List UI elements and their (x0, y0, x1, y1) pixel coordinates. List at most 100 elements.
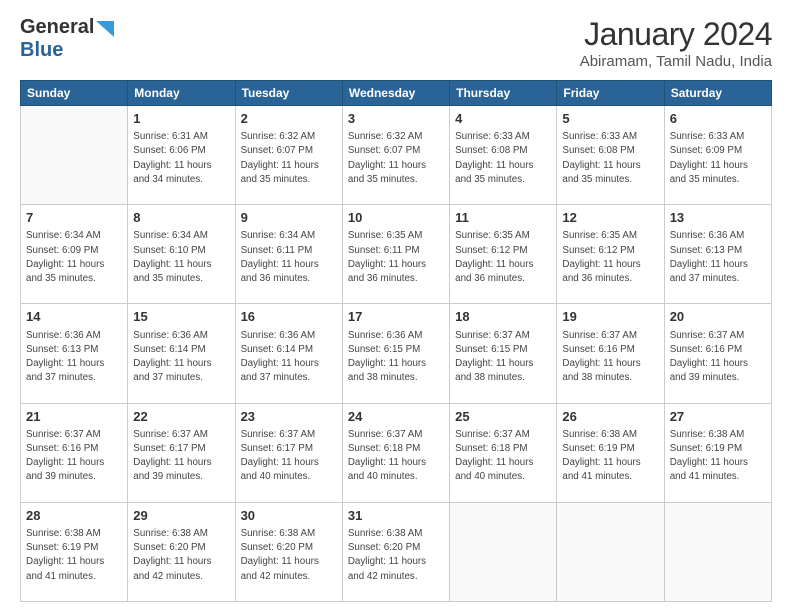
day-info: Sunrise: 6:35 AM Sunset: 6:12 PM Dayligh… (455, 229, 551, 286)
day-number: 24 (348, 408, 444, 426)
calendar-cell: 27 Sunrise: 6:38 AM Sunset: 6:19 PM Dayli… (664, 403, 771, 502)
calendar-cell: 8 Sunrise: 6:34 AM Sunset: 6:10 PM Daylig… (128, 205, 235, 304)
day-number: 14 (26, 308, 122, 326)
day-info: Sunrise: 6:37 AM Sunset: 6:18 PM Dayligh… (348, 428, 444, 485)
calendar-cell: 6 Sunrise: 6:33 AM Sunset: 6:09 PM Daylig… (664, 106, 771, 205)
day-number: 22 (133, 408, 229, 426)
calendar-cell (21, 106, 128, 205)
calendar-cell: 28 Sunrise: 6:38 AM Sunset: 6:19 PM Dayli… (21, 502, 128, 601)
logo-blue: Blue (20, 39, 63, 61)
day-info: Sunrise: 6:35 AM Sunset: 6:12 PM Dayligh… (562, 229, 658, 286)
day-number: 3 (348, 110, 444, 128)
logo-general: General (20, 16, 94, 39)
calendar-cell (557, 502, 664, 601)
day-info: Sunrise: 6:34 AM Sunset: 6:10 PM Dayligh… (133, 229, 229, 286)
calendar-cell (450, 502, 557, 601)
calendar-cell: 15 Sunrise: 6:36 AM Sunset: 6:14 PM Dayli… (128, 304, 235, 403)
day-info: Sunrise: 6:33 AM Sunset: 6:08 PM Dayligh… (455, 130, 551, 187)
day-info: Sunrise: 6:38 AM Sunset: 6:20 PM Dayligh… (348, 527, 444, 584)
day-info: Sunrise: 6:37 AM Sunset: 6:16 PM Dayligh… (562, 329, 658, 386)
day-number: 27 (670, 408, 766, 426)
day-number: 21 (26, 408, 122, 426)
calendar-cell: 14 Sunrise: 6:36 AM Sunset: 6:13 PM Dayli… (21, 304, 128, 403)
calendar-cell: 22 Sunrise: 6:37 AM Sunset: 6:17 PM Dayli… (128, 403, 235, 502)
calendar-week-row: 14 Sunrise: 6:36 AM Sunset: 6:13 PM Dayli… (21, 304, 772, 403)
day-info: Sunrise: 6:35 AM Sunset: 6:11 PM Dayligh… (348, 229, 444, 286)
calendar-cell (664, 502, 771, 601)
day-info: Sunrise: 6:33 AM Sunset: 6:09 PM Dayligh… (670, 130, 766, 187)
calendar-cell: 2Sunrise: 6:32 AM Sunset: 6:07 PM Daylig… (235, 106, 342, 205)
calendar-week-row: 28 Sunrise: 6:38 AM Sunset: 6:19 PM Dayli… (21, 502, 772, 601)
calendar-week-row: 21 Sunrise: 6:37 AM Sunset: 6:16 PM Dayli… (21, 403, 772, 502)
day-number: 18 (455, 308, 551, 326)
logo-line1: General (20, 16, 114, 39)
day-number: 15 (133, 308, 229, 326)
calendar-week-row: 1 Sunrise: 6:31 AM Sunset: 6:06 PM Daylig… (21, 106, 772, 205)
day-info: Sunrise: 6:38 AM Sunset: 6:19 PM Dayligh… (670, 428, 766, 485)
day-info: Sunrise: 6:31 AM Sunset: 6:06 PM Dayligh… (133, 130, 229, 187)
day-number: 13 (670, 209, 766, 227)
day-number: 8 (133, 209, 229, 227)
day-info: Sunrise: 6:34 AM Sunset: 6:11 PM Dayligh… (241, 229, 337, 286)
calendar-cell: 10 Sunrise: 6:35 AM Sunset: 6:11 PM Dayli… (342, 205, 449, 304)
header: General Blue January 2024 Abiramam, Tami… (20, 16, 772, 70)
day-number: 17 (348, 308, 444, 326)
col-thursday: Thursday (450, 81, 557, 106)
logo-line2: Blue (20, 39, 63, 62)
day-info: Sunrise: 6:38 AM Sunset: 6:19 PM Dayligh… (562, 428, 658, 485)
calendar-cell: 31 Sunrise: 6:38 AM Sunset: 6:20 PM Dayli… (342, 502, 449, 601)
day-number: 4 (455, 110, 551, 128)
calendar-cell: 11 Sunrise: 6:35 AM Sunset: 6:12 PM Dayli… (450, 205, 557, 304)
day-number: 26 (562, 408, 658, 426)
day-info: Sunrise: 6:33 AM Sunset: 6:08 PM Dayligh… (562, 130, 658, 187)
day-number: 28 (26, 507, 122, 525)
calendar-cell: 18Sunrise: 6:37 AM Sunset: 6:15 PM Dayli… (450, 304, 557, 403)
sub-title: Abiramam, Tamil Nadu, India (580, 53, 772, 70)
day-info: Sunrise: 6:38 AM Sunset: 6:19 PM Dayligh… (26, 527, 122, 584)
day-number: 10 (348, 209, 444, 227)
calendar-cell: 26 Sunrise: 6:38 AM Sunset: 6:19 PM Dayli… (557, 403, 664, 502)
day-number: 5 (562, 110, 658, 128)
day-info: Sunrise: 6:32 AM Sunset: 6:07 PM Dayligh… (348, 130, 444, 187)
day-number: 30 (241, 507, 337, 525)
calendar-cell: 9 Sunrise: 6:34 AM Sunset: 6:11 PM Daylig… (235, 205, 342, 304)
col-monday: Monday (128, 81, 235, 106)
day-number: 9 (241, 209, 337, 227)
day-info: Sunrise: 6:38 AM Sunset: 6:20 PM Dayligh… (241, 527, 337, 584)
day-number: 19 (562, 308, 658, 326)
day-number: 11 (455, 209, 551, 227)
day-number: 12 (562, 209, 658, 227)
day-number: 7 (26, 209, 122, 227)
day-number: 31 (348, 507, 444, 525)
day-info: Sunrise: 6:38 AM Sunset: 6:20 PM Dayligh… (133, 527, 229, 584)
title-block: January 2024 Abiramam, Tamil Nadu, India (580, 16, 772, 70)
calendar-cell: 23 Sunrise: 6:37 AM Sunset: 6:17 PM Dayli… (235, 403, 342, 502)
day-info: Sunrise: 6:36 AM Sunset: 6:13 PM Dayligh… (26, 329, 122, 386)
day-number: 25 (455, 408, 551, 426)
calendar-cell: 5 Sunrise: 6:33 AM Sunset: 6:08 PM Daylig… (557, 106, 664, 205)
day-number: 23 (241, 408, 337, 426)
calendar-cell: 24 Sunrise: 6:37 AM Sunset: 6:18 PM Dayli… (342, 403, 449, 502)
calendar-cell: 4 Sunrise: 6:33 AM Sunset: 6:08 PM Daylig… (450, 106, 557, 205)
col-sunday: Sunday (21, 81, 128, 106)
calendar-cell: 13Sunrise: 6:36 AM Sunset: 6:13 PM Dayli… (664, 205, 771, 304)
day-info: Sunrise: 6:36 AM Sunset: 6:14 PM Dayligh… (133, 329, 229, 386)
day-number: 6 (670, 110, 766, 128)
day-info: Sunrise: 6:34 AM Sunset: 6:09 PM Dayligh… (26, 229, 122, 286)
day-number: 20 (670, 308, 766, 326)
calendar-week-row: 7 Sunrise: 6:34 AM Sunset: 6:09 PM Daylig… (21, 205, 772, 304)
main-title: January 2024 (580, 16, 772, 53)
calendar-cell: 29Sunrise: 6:38 AM Sunset: 6:20 PM Dayli… (128, 502, 235, 601)
day-info: Sunrise: 6:37 AM Sunset: 6:17 PM Dayligh… (133, 428, 229, 485)
calendar-cell: 7 Sunrise: 6:34 AM Sunset: 6:09 PM Daylig… (21, 205, 128, 304)
calendar-cell: 19 Sunrise: 6:37 AM Sunset: 6:16 PM Dayli… (557, 304, 664, 403)
calendar-cell: 1 Sunrise: 6:31 AM Sunset: 6:06 PM Daylig… (128, 106, 235, 205)
day-info: Sunrise: 6:37 AM Sunset: 6:18 PM Dayligh… (455, 428, 551, 485)
day-info: Sunrise: 6:37 AM Sunset: 6:16 PM Dayligh… (670, 329, 766, 386)
day-info: Sunrise: 6:32 AM Sunset: 6:07 PM Dayligh… (241, 130, 337, 187)
logo-triangle-icon (96, 21, 114, 37)
day-info: Sunrise: 6:37 AM Sunset: 6:16 PM Dayligh… (26, 428, 122, 485)
calendar-cell: 25 Sunrise: 6:37 AM Sunset: 6:18 PM Dayli… (450, 403, 557, 502)
day-number: 1 (133, 110, 229, 128)
day-info: Sunrise: 6:37 AM Sunset: 6:17 PM Dayligh… (241, 428, 337, 485)
